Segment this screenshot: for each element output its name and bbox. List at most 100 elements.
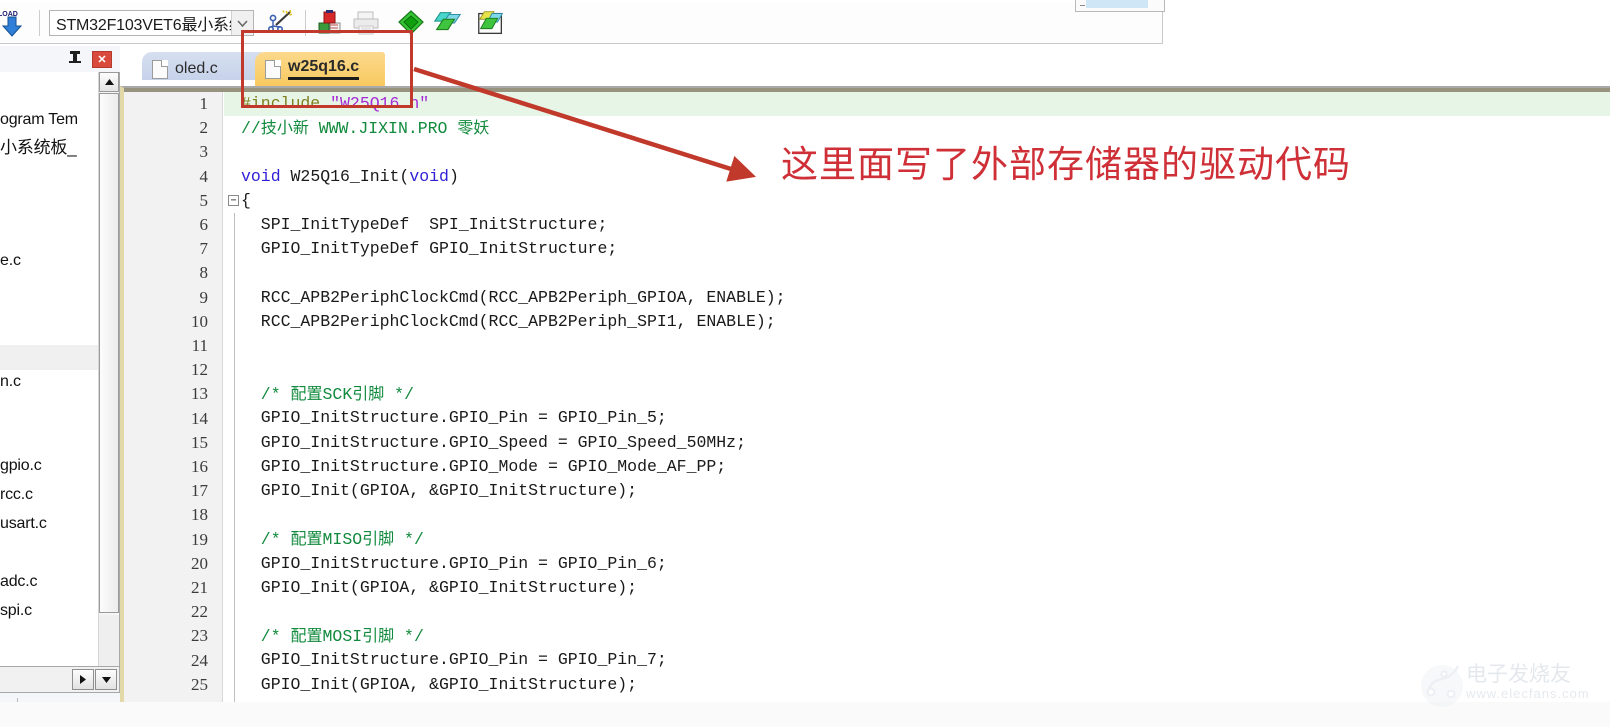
line-number: 3 — [199, 142, 209, 162]
list-item[interactable]: 小系统板_ — [0, 136, 77, 160]
fragment-dash — [1080, 5, 1085, 6]
line-number: 24 — [191, 650, 208, 670]
code-line[interactable]: SPI_InitTypeDef SPI_InitStructure; — [224, 212, 1610, 238]
toolbar-divider-1 — [39, 10, 40, 36]
code-token: */ — [384, 385, 414, 405]
indent-guide — [234, 333, 235, 359]
close-icon[interactable]: ✕ — [92, 50, 112, 68]
code-token: RCC_APB2PeriphClockCmd(RCC_APB2Periph_SP… — [241, 311, 776, 331]
watermark-name: 电子发烧友 — [1466, 662, 1571, 686]
list-item[interactable]: spi.c — [0, 599, 32, 623]
code-line[interactable] — [224, 261, 1610, 286]
code-token: GPIO_InitStructure.GPIO_Speed = GPIO_Spe… — [241, 432, 746, 452]
code-token: /* — [241, 530, 291, 550]
code-line[interactable]: RCC_APB2PeriphClockCmd(RCC_APB2Periph_GP… — [224, 285, 1610, 310]
code-line[interactable] — [224, 503, 1610, 528]
code-fold-toggle[interactable]: − — [228, 194, 239, 206]
code-line[interactable]: GPIO_InitStructure.GPIO_Pin = GPIO_Pin_7… — [224, 648, 1610, 673]
code-token: GPIO_InitTypeDef GPIO_InitStructure; — [241, 239, 618, 259]
code-token: void — [241, 166, 281, 186]
code-line[interactable]: GPIO_Init(GPIOA, &GPIO_InitStructure); — [224, 575, 1610, 600]
code-line[interactable] — [224, 599, 1610, 625]
code-line[interactable] — [224, 358, 1610, 383]
pin-icon[interactable] — [68, 50, 82, 68]
indent-guide — [234, 599, 235, 625]
list-item[interactable]: gpio.c — [0, 454, 42, 478]
code-line[interactable]: GPIO_InitStructure.GPIO_Pin = GPIO_Pin_5… — [224, 406, 1610, 431]
code-line[interactable]: −{ — [224, 189, 1610, 213]
code-line[interactable]: RCC_APB2PeriphClockCmd(RCC_APB2Periph_SP… — [224, 309, 1610, 334]
code-line[interactable] — [224, 333, 1610, 359]
tree-selected-row-highlight — [0, 345, 98, 370]
code-token: 配置 — [290, 529, 323, 549]
code-line[interactable]: /* 配置MOSI引脚 */ — [224, 624, 1610, 649]
annotation-text: 这里面写了外部存储器的驱动代码 — [781, 143, 1351, 186]
partial-window-fragment — [1075, 0, 1165, 12]
code-token: GPIO_InitStructure.GPIO_Mode = GPIO_Mode… — [241, 456, 727, 476]
indent-guide — [234, 358, 235, 383]
batch-build-icon[interactable] — [475, 6, 507, 40]
code-token: SPI_InitTypeDef SPI_InitStructure; — [241, 214, 608, 234]
line-number: 8 — [199, 263, 209, 283]
project-tree-vertical-scrollbar[interactable] — [98, 72, 119, 666]
line-number: 21 — [191, 578, 208, 597]
list-item[interactable]: ogram Tem — [0, 108, 78, 132]
line-number: 1 — [199, 94, 209, 113]
code-token: 引脚 — [362, 626, 395, 646]
indent-guide — [234, 430, 235, 455]
code-line[interactable]: #include "W25Q16.h" — [224, 92, 1610, 117]
project-pane-titlebar: ✕ — [0, 46, 120, 72]
annotation-highlight-box — [241, 30, 413, 108]
code-line[interactable]: GPIO_InitStructure.GPIO_Pin = GPIO_Pin_6… — [224, 551, 1610, 576]
line-number: 25 — [191, 674, 208, 694]
rebuild-all-icon[interactable] — [431, 6, 463, 40]
scroll-down-arrow-icon[interactable] — [95, 669, 117, 690]
download-flash-icon[interactable]: LOAD — [0, 3, 32, 43]
indent-guide — [234, 575, 235, 600]
scrollbar-thumb[interactable] — [99, 93, 119, 613]
code-token: // — [241, 119, 261, 139]
line-number: 10 — [191, 311, 208, 331]
line-number: 15 — [191, 432, 208, 452]
indent-guide — [234, 503, 235, 528]
list-item[interactable]: n.c — [0, 370, 21, 394]
indent-guide — [234, 285, 235, 310]
code-token: { — [241, 190, 251, 210]
list-item[interactable]: usart.c — [0, 512, 47, 536]
list-item[interactable]: rcc.c — [0, 483, 33, 507]
code-token: MISO — [322, 530, 363, 550]
scroll-right-arrow-icon[interactable] — [72, 669, 94, 690]
code-line[interactable]: GPIO_InitTypeDef GPIO_InitStructure; — [224, 237, 1610, 262]
code-token: void — [409, 166, 449, 186]
indent-guide — [234, 648, 235, 673]
project-tree[interactable]: ogram Tem 小系统板_ e.c n.c gpio.c rcc.c usa… — [0, 72, 98, 666]
indent-guide — [234, 212, 235, 238]
code-token: W25Q16_Init( — [280, 166, 410, 186]
code-line[interactable]: /* 配置MISO引脚 */ — [224, 527, 1610, 552]
indent-guide — [234, 309, 235, 334]
indent-guide — [234, 261, 235, 286]
code-line[interactable]: /* 配置SCK引脚 */ — [224, 382, 1610, 407]
keil-uvision-window: LOAD STM32F103VET6最小系统 ✕ ogram Tem 小系统板_… — [0, 0, 1610, 727]
fragment-highlight — [1086, 0, 1148, 8]
code-line[interactable]: GPIO_Init(GPIOA, &GPIO_InitStructure); — [224, 479, 1610, 504]
scrollbar-track[interactable] — [99, 615, 119, 666]
line-number: 13 — [191, 384, 208, 404]
project-tree-horizontal-scrollbar[interactable] — [0, 667, 120, 693]
scroll-up-arrow-icon[interactable] — [99, 72, 119, 92]
list-item[interactable]: adc.c — [0, 570, 37, 594]
page-bottom-band — [0, 702, 1610, 727]
code-token: MOSI — [322, 627, 363, 647]
code-token: GPIO_InitStructure.GPIO_Pin = GPIO_Pin_6… — [241, 553, 667, 573]
code-line[interactable]: GPIO_InitStructure.GPIO_Mode = GPIO_Mode… — [224, 454, 1610, 479]
project-pane: ✕ ogram Tem 小系统板_ e.c n.c gpio.c rcc.c u… — [0, 46, 120, 727]
code-token: 引脚 — [362, 529, 395, 549]
code-token: 配置 — [290, 626, 323, 646]
line-number: 17 — [191, 481, 208, 501]
list-item[interactable]: e.c — [0, 249, 21, 273]
code-line[interactable]: GPIO_Init(GPIOA, &GPIO_InitStructure); — [224, 672, 1610, 697]
project-target-select[interactable]: STM32F103VET6最小系统 — [49, 10, 254, 36]
indent-guide — [234, 479, 235, 504]
indent-guide — [234, 382, 235, 407]
code-line[interactable]: GPIO_InitStructure.GPIO_Speed = GPIO_Spe… — [224, 430, 1610, 455]
